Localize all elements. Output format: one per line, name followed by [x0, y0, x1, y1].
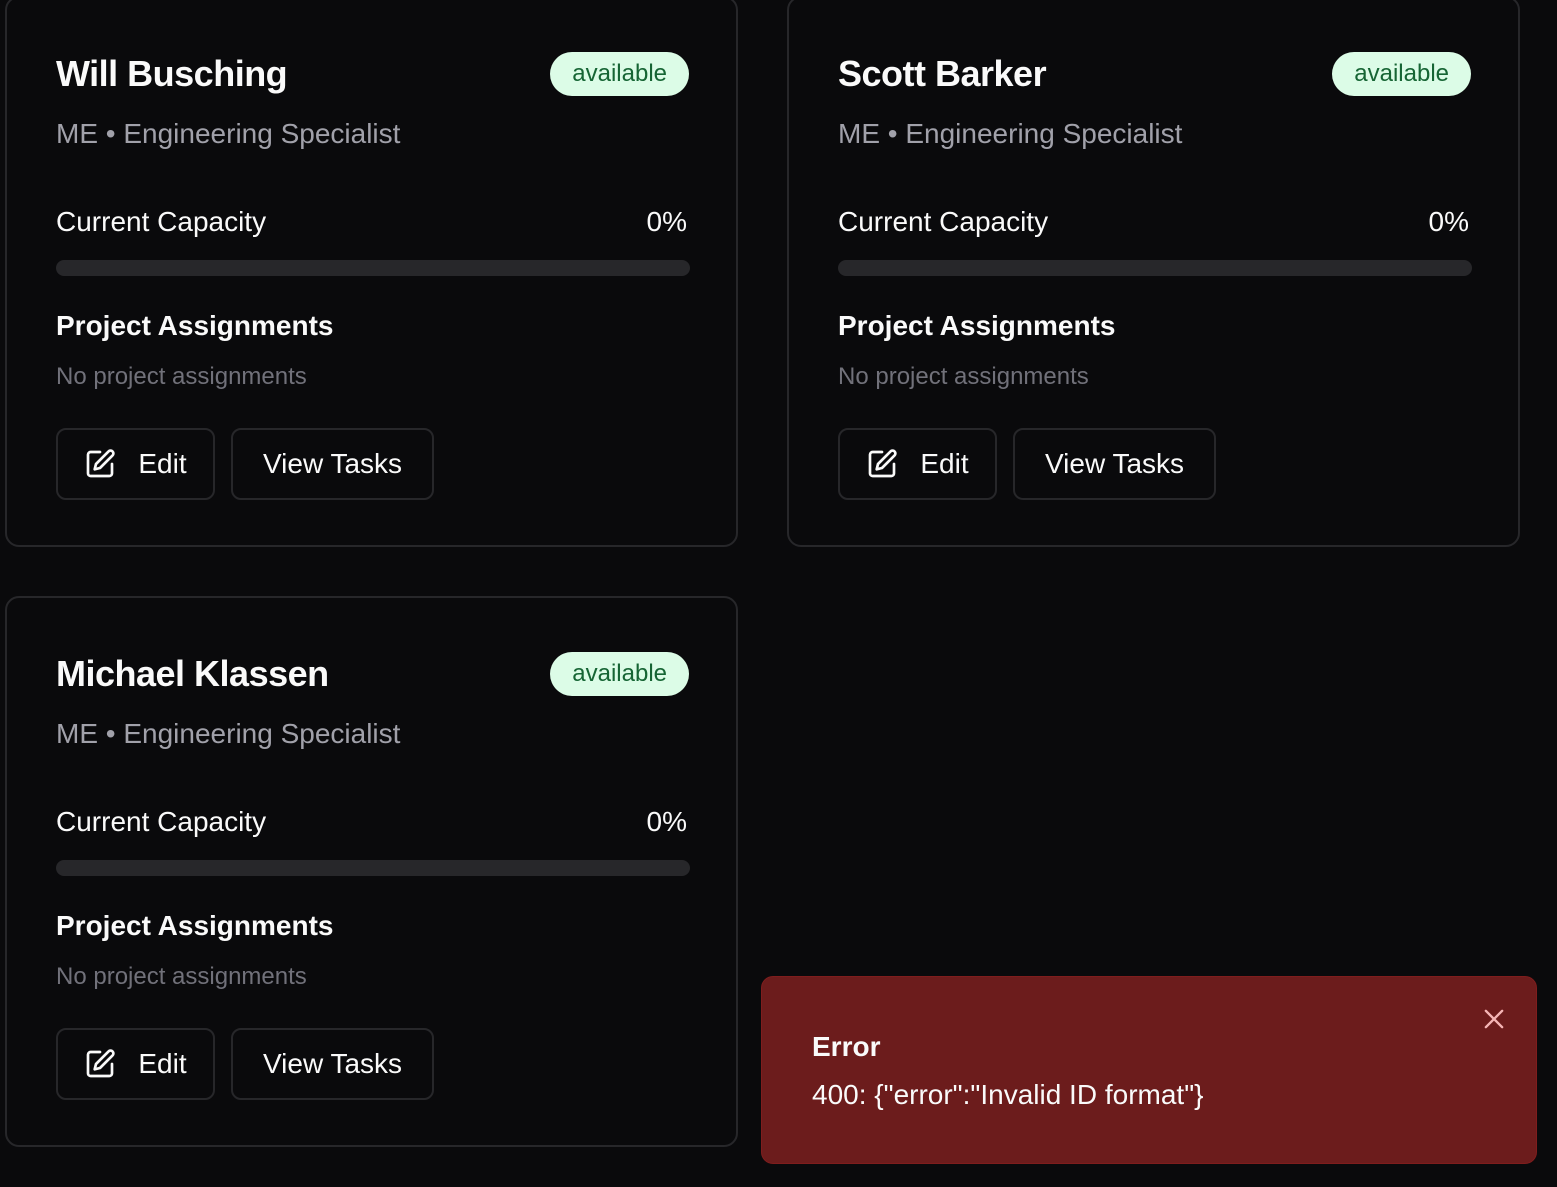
error-toast: Error 400: {"error":"Invalid ID format"} [761, 976, 1537, 1164]
edit-button-label: Edit [920, 448, 969, 479]
edit-button[interactable]: Edit [838, 428, 997, 500]
capacity-value: 0% [646, 206, 687, 237]
team-member-card: Scott Barker available ME • Engineering … [787, 0, 1520, 547]
capacity-label: Current Capacity [56, 206, 267, 237]
capacity-bar [838, 260, 1472, 276]
assignments-heading: Project Assignments [838, 310, 1116, 341]
capacity-label: Current Capacity [56, 806, 267, 837]
view-tasks-button[interactable]: View Tasks [1013, 428, 1216, 500]
toast-title: Error [812, 1031, 881, 1062]
status-badge: available [550, 52, 689, 96]
member-name: Scott Barker [838, 53, 1047, 94]
view-tasks-button[interactable]: View Tasks [231, 428, 434, 500]
status-badge: available [1332, 52, 1471, 96]
assignments-empty-text: No project assignments [56, 963, 307, 990]
assignments-empty-text: No project assignments [838, 363, 1089, 390]
edit-icon [84, 448, 116, 480]
edit-icon [84, 1048, 116, 1080]
capacity-bar [56, 260, 690, 276]
member-role: ME • Engineering Specialist [56, 118, 401, 149]
assignments-empty-text: No project assignments [56, 363, 307, 390]
member-name: Will Busching [56, 53, 288, 94]
capacity-bar [56, 860, 690, 876]
edit-icon [866, 448, 898, 480]
capacity-value: 0% [646, 806, 687, 837]
edit-button-label: Edit [138, 1048, 187, 1079]
toast-message: 400: {"error":"Invalid ID format"} [812, 1079, 1204, 1110]
edit-button[interactable]: Edit [56, 428, 215, 500]
capacity-value: 0% [1428, 206, 1469, 237]
edit-button-label: Edit [138, 448, 187, 479]
assignments-heading: Project Assignments [56, 910, 334, 941]
member-name: Michael Klassen [56, 653, 329, 694]
capacity-label: Current Capacity [838, 206, 1049, 237]
view-tasks-button[interactable]: View Tasks [231, 1028, 434, 1100]
assignments-heading: Project Assignments [56, 310, 334, 341]
member-role: ME • Engineering Specialist [838, 118, 1183, 149]
team-member-card: Michael Klassen available ME • Engineeri… [5, 596, 738, 1147]
edit-button[interactable]: Edit [56, 1028, 215, 1100]
status-badge: available [550, 652, 689, 696]
member-role: ME • Engineering Specialist [56, 718, 401, 749]
close-icon[interactable] [1480, 1005, 1508, 1033]
team-member-card: Will Busching available ME • Engineering… [5, 0, 738, 547]
